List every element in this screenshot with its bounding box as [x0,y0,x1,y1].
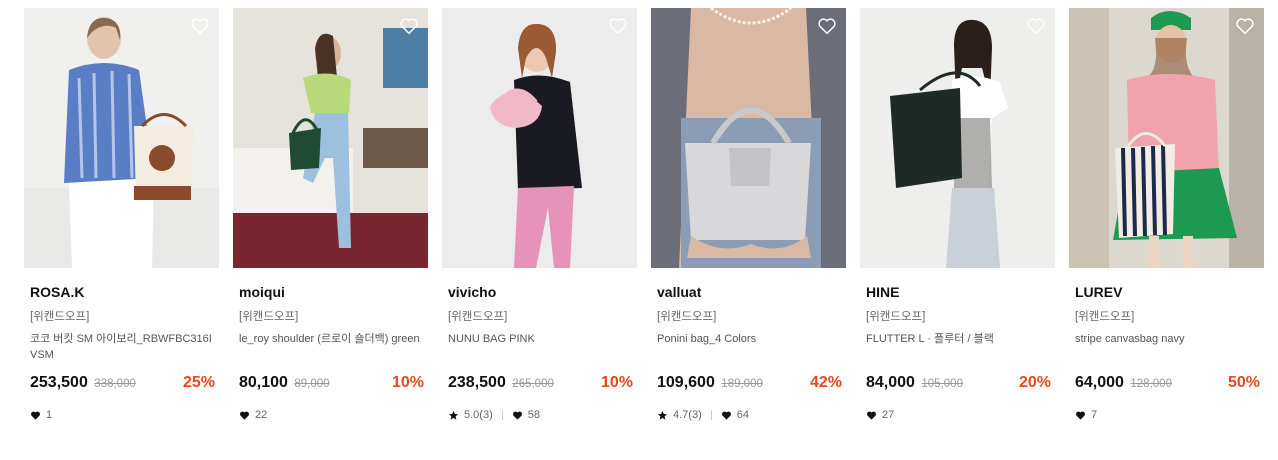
brand-name[interactable]: HINE [866,284,1055,301]
original-price: 89,000 [294,378,330,390]
product-image[interactable] [651,8,846,268]
brand-name[interactable]: moiqui [239,284,428,301]
heart-icon [1075,410,1086,421]
promo-tag: [위캔드오프] [448,311,508,323]
divider [710,410,712,420]
like-count: 27 [882,409,895,421]
price-row: 238,500 265,000 10% [448,374,633,394]
promo-tag: [위캔드오프] [657,311,717,323]
product-image[interactable] [233,8,428,268]
product-card[interactable]: LUREV [위캔드오프] stripe canvasbag navy 64,0… [1069,8,1264,422]
price-row: 80,100 89,000 10% [239,374,424,394]
sale-price: 64,000 [1075,374,1124,391]
wishlist-heart-icon[interactable] [1025,15,1047,37]
sale-price: 238,500 [448,374,506,391]
divider [501,410,503,420]
like-count: 58 [527,409,540,421]
heart-icon [30,410,41,421]
product-image[interactable] [24,8,219,268]
star-icon [448,410,459,421]
original-price: 105,000 [921,378,963,390]
sale-price: 84,000 [866,374,915,391]
product-image[interactable] [860,8,1055,268]
product-name[interactable]: Ponini bag_4 Colors [657,331,839,371]
rating: 5.0(3) [464,409,493,421]
discount-rate: 10% [391,374,424,391]
product-image[interactable] [442,8,637,268]
price-row: 109,600 189,000 42% [657,374,842,394]
original-price: 128,000 [1130,378,1172,390]
product-meta: 22 [239,408,428,422]
price-row: 84,000 105,000 20% [866,374,1051,394]
heart-icon [721,410,732,421]
product-name[interactable]: stripe canvasbag navy [1075,331,1257,371]
product-card[interactable]: ROSA.K [위캔드오프] 코코 버킷 SM 아이보리_RBWFBC316IV… [24,8,219,422]
like-count: 64 [736,409,749,421]
heart-icon [239,410,250,421]
promo-tag: [위캔드오프] [30,311,90,323]
original-price: 338,000 [94,378,136,390]
wishlist-heart-icon[interactable] [816,15,838,37]
product-card[interactable]: moiqui [위캔드오프] le_roy shoulder (르로이 숄더백)… [233,8,428,422]
discount-rate: 10% [600,374,633,391]
product-meta: 7 [1075,408,1264,422]
product-photo [233,8,428,268]
heart-icon [512,410,523,421]
wishlist-heart-icon[interactable] [398,15,420,37]
wishlist-heart-icon[interactable] [607,15,629,37]
promo-tag: [위캔드오프] [866,311,926,323]
original-price: 189,000 [721,378,763,390]
brand-name[interactable]: ROSA.K [30,284,219,301]
star-icon [657,410,668,421]
product-photo [860,8,1055,268]
product-photo [442,8,637,268]
discount-rate: 42% [809,374,842,391]
product-photo [1069,8,1264,268]
sale-price: 80,100 [239,374,288,391]
promo-tag: [위캔드오프] [239,311,299,323]
product-name[interactable]: le_roy shoulder (르로이 숄더백) green [239,331,421,371]
sale-price: 253,500 [30,374,88,391]
original-price: 265,000 [512,378,554,390]
product-meta: 4.7(3) 64 [657,408,846,422]
product-name[interactable]: 코코 버킷 SM 아이보리_RBWFBC316IVSM [30,331,212,371]
product-card[interactable]: vivicho [위캔드오프] NUNU BAG PINK 238,500 26… [442,8,637,422]
product-photo [24,8,219,268]
brand-name[interactable]: vivicho [448,284,637,301]
discount-rate: 25% [182,374,215,391]
product-grid: ROSA.K [위캔드오프] 코코 버킷 SM 아이보리_RBWFBC316IV… [24,8,1264,422]
price-row: 253,500 338,000 25% [30,374,215,394]
sale-price: 109,600 [657,374,715,391]
wishlist-heart-icon[interactable] [1234,15,1256,37]
promo-tag: [위캔드오프] [1075,311,1135,323]
product-name[interactable]: FLUTTER L · 플루터 / 블랙 [866,331,1048,371]
heart-icon [866,410,877,421]
like-count: 1 [46,409,53,421]
product-meta: 27 [866,408,1055,422]
product-card[interactable]: valluat [위캔드오프] Ponini bag_4 Colors 109,… [651,8,846,422]
product-meta: 5.0(3) 58 [448,408,637,422]
discount-rate: 50% [1227,374,1260,391]
product-name[interactable]: NUNU BAG PINK [448,331,630,371]
like-count: 22 [255,409,268,421]
product-meta: 1 [30,408,219,422]
product-image[interactable] [1069,8,1264,268]
like-count: 7 [1091,409,1098,421]
brand-name[interactable]: LUREV [1075,284,1264,301]
wishlist-heart-icon[interactable] [189,15,211,37]
price-row: 64,000 128,000 50% [1075,374,1260,394]
product-photo [651,8,846,268]
brand-name[interactable]: valluat [657,284,846,301]
product-card[interactable]: HINE [위캔드오프] FLUTTER L · 플루터 / 블랙 84,000… [860,8,1055,422]
rating: 4.7(3) [673,409,702,421]
discount-rate: 20% [1018,374,1051,391]
